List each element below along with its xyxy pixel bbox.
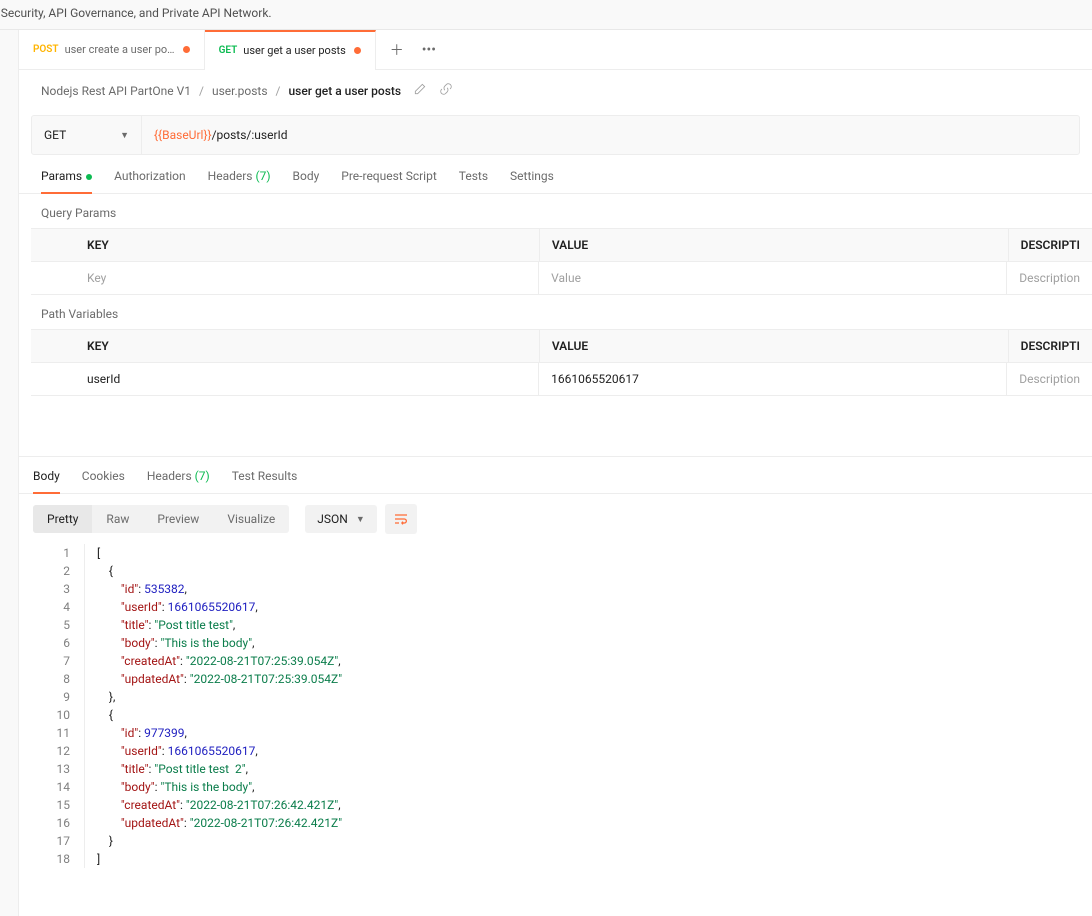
unsaved-dot-icon	[183, 46, 190, 53]
tab-prerequest[interactable]: Pre-request Script	[341, 169, 436, 193]
key-input[interactable]: userId	[31, 363, 539, 395]
request-subtabs: Params Authorization Headers (7) Body Pr…	[19, 155, 1092, 194]
view-visualize-button[interactable]: Visualize	[213, 505, 289, 533]
breadcrumb-item[interactable]: Nodejs Rest API PartOne V1	[41, 84, 191, 98]
wrap-lines-button[interactable]	[385, 504, 417, 534]
tab-post-request[interactable]: POST user create a user post	[19, 30, 205, 70]
breadcrumb-current: user get a user posts	[288, 84, 401, 98]
edit-icon[interactable]	[413, 82, 427, 99]
top-banner: egration, API Security, API Governance, …	[0, 0, 1092, 30]
chevron-down-icon: ▼	[356, 514, 365, 525]
col-description: DESCRIPTI	[1009, 330, 1092, 362]
tab-name: user get a user posts	[243, 44, 346, 57]
sidebar: rt	[0, 30, 19, 916]
col-value: VALUE	[540, 229, 1009, 261]
link-icon[interactable]	[439, 82, 453, 99]
breadcrumb-item[interactable]: user.posts	[212, 84, 268, 98]
col-value: VALUE	[540, 330, 1009, 362]
col-key: KEY	[31, 330, 540, 362]
table-row[interactable]: Key Value Description	[31, 262, 1092, 295]
table-header-row: KEY VALUE DESCRIPTI	[31, 330, 1092, 363]
url-variable: {{BaseUrl}}	[154, 128, 212, 142]
tab-body[interactable]: Body	[293, 169, 320, 193]
value-input[interactable]: 1661065520617	[539, 363, 1007, 395]
request-tabs-strip: POST user create a user post GET user ge…	[19, 30, 1092, 70]
response-tabs: Body Cookies Headers (7) Test Results	[19, 456, 1092, 494]
query-params-title: Query Params	[19, 194, 1092, 228]
line-gutter: 123456789101112131415161718	[33, 544, 85, 868]
tab-settings[interactable]: Settings	[510, 169, 554, 193]
view-pretty-button[interactable]: Pretty	[33, 505, 92, 533]
method-label: GET	[219, 45, 238, 56]
method-select[interactable]: GET ▼	[32, 116, 142, 154]
unsaved-dot-icon	[354, 47, 361, 54]
tab-name: user create a user post	[65, 43, 175, 56]
chevron-down-icon: ▼	[120, 130, 129, 141]
response-body[interactable]: 123456789101112131415161718 [ { "id": 53…	[19, 544, 1092, 888]
request-url-bar: GET ▼ {{BaseUrl}}/posts/:userId	[31, 115, 1080, 155]
code-content[interactable]: [ { "id": 535382, "userId": 166106552061…	[85, 544, 342, 868]
response-toolbar: Pretty Raw Preview Visualize JSON ▼	[19, 494, 1092, 544]
new-tab-icon[interactable]: ＋	[390, 40, 404, 60]
tab-params[interactable]: Params	[41, 169, 92, 193]
resp-tab-cookies[interactable]: Cookies	[82, 469, 125, 493]
col-key: KEY	[31, 229, 540, 261]
view-preview-button[interactable]: Preview	[143, 505, 213, 533]
url-input[interactable]: {{BaseUrl}}/posts/:userId	[142, 116, 1079, 154]
breadcrumb: Nodejs Rest API PartOne V1 / user.posts …	[19, 70, 1092, 111]
resp-tab-test-results[interactable]: Test Results	[232, 469, 298, 493]
key-input[interactable]: Key	[31, 262, 539, 294]
col-description: DESCRIPTI	[1009, 229, 1092, 261]
table-row[interactable]: userId 1661065520617 Description	[31, 363, 1092, 396]
query-params-table: KEY VALUE DESCRIPTI Key Value Descriptio…	[31, 228, 1092, 295]
method-value: GET	[44, 128, 66, 142]
tab-authorization[interactable]: Authorization	[114, 169, 186, 193]
tab-overflow-icon[interactable]: •••	[422, 42, 436, 58]
table-header-row: KEY VALUE DESCRIPTI	[31, 229, 1092, 262]
path-variables-title: Path Variables	[19, 295, 1092, 329]
value-input[interactable]: Value	[539, 262, 1007, 294]
resp-tab-body[interactable]: Body	[33, 469, 60, 493]
tab-tests[interactable]: Tests	[459, 169, 488, 193]
resp-tab-headers[interactable]: Headers (7)	[147, 469, 210, 493]
tab-headers[interactable]: Headers (7)	[208, 169, 271, 193]
path-variables-table: KEY VALUE DESCRIPTI userId 1661065520617…	[31, 329, 1092, 396]
active-indicator-icon	[86, 174, 92, 180]
breadcrumb-sep: /	[276, 84, 281, 98]
banner-text: egration, API Security, API Governance, …	[0, 6, 1092, 20]
url-path: /posts/:userId	[212, 128, 288, 142]
view-raw-button[interactable]: Raw	[92, 505, 143, 533]
description-input[interactable]: Description	[1007, 363, 1092, 395]
format-select[interactable]: JSON ▼	[305, 505, 376, 533]
method-label: POST	[33, 44, 59, 55]
breadcrumb-sep: /	[199, 84, 204, 98]
description-input[interactable]: Description	[1007, 262, 1092, 294]
tab-get-request[interactable]: GET user get a user posts	[205, 30, 376, 70]
